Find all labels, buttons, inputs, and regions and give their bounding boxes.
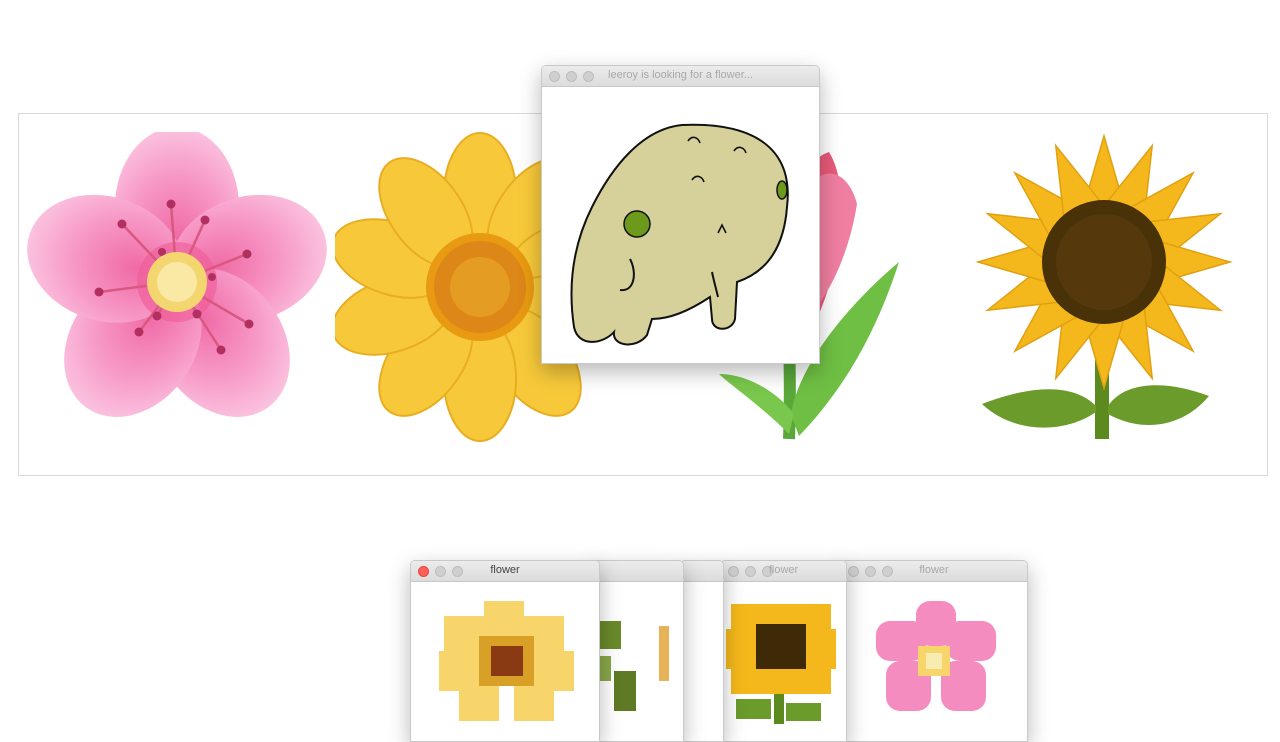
title-bar[interactable]: flower [721, 561, 846, 582]
yellow-daisy-pixel-icon [439, 601, 574, 721]
sunflower-pixel-icon [726, 604, 836, 724]
title-bar[interactable]: flower [411, 561, 599, 582]
window-title: flower [490, 564, 520, 576]
sunflower-image [975, 134, 1233, 439]
title-bar[interactable]: flower [841, 561, 1027, 582]
leeroy-creature [570, 123, 789, 346]
flower-window-1[interactable]: flower [720, 560, 847, 742]
tulip-leaf-pixel-icon [599, 621, 669, 711]
pink-blossom-pixel-icon [876, 601, 996, 711]
window-title: leeroy is looking for a flower... [608, 69, 753, 81]
pink-blossom-image [27, 132, 327, 417]
flower-window-partial-a[interactable] [590, 560, 684, 742]
title-bar[interactable] [681, 561, 723, 582]
title-bar[interactable]: leeroy is looking for a flower... [542, 66, 819, 87]
window-title: flower [919, 564, 949, 576]
title-bar[interactable] [591, 561, 683, 582]
leeroy-window[interactable]: leeroy is looking for a flower... [541, 65, 820, 364]
window-title: flower [768, 564, 799, 576]
flower-window-partial-b[interactable] [680, 560, 724, 742]
flower-window-2[interactable]: flower [840, 560, 1028, 742]
flower-window-active[interactable]: flower [410, 560, 600, 742]
